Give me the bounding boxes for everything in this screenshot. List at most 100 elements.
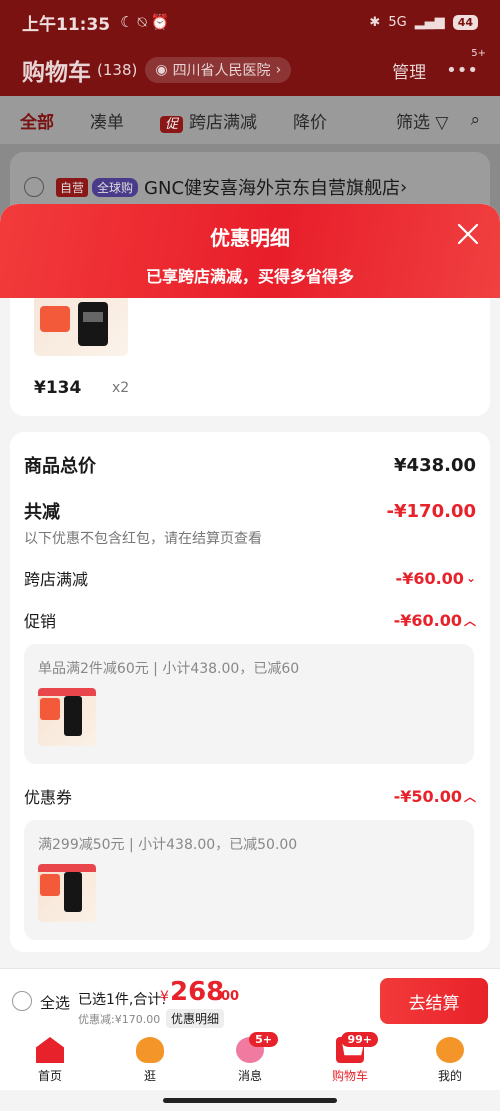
checkout-bar: 全选 已选1件,合计: ¥ 268 .00 优惠减:¥170.00 优惠明细 去… — [0, 968, 500, 1032]
sheet-title: 优惠明细 — [210, 226, 290, 250]
sheet-subtitle: 已享跨店满减，买得多省得多 — [145, 267, 354, 286]
stroll-icon — [136, 1037, 164, 1063]
cross-store-value-wrap: -¥60.00 ⌄ — [396, 569, 476, 588]
bottle-icon — [78, 302, 108, 346]
discount-summary: 优惠减:¥170.00 — [78, 1013, 161, 1026]
promo-sticker-icon — [40, 306, 70, 332]
reduce-row: 共减 -¥170.00 — [24, 498, 476, 524]
tabbar-cart[interactable]: 购物车 99+ — [300, 1032, 400, 1090]
profile-icon — [436, 1037, 464, 1063]
cart-count: (138) — [97, 61, 138, 79]
tabbar-stroll[interactable]: 逛 — [100, 1032, 200, 1090]
global-tag: 全球购 — [92, 177, 139, 197]
store-checkbox[interactable] — [24, 177, 44, 197]
tab-price-drop[interactable]: 降价 — [293, 108, 327, 133]
select-all-checkbox[interactable] — [12, 991, 32, 1011]
total-decimal: .00 — [216, 989, 240, 1004]
promo-value-wrap: -¥60.00 ︿ — [394, 611, 476, 630]
home-indicator[interactable] — [163, 1098, 337, 1103]
tab-cross-store-label: 跨店满减 — [189, 112, 258, 133]
coupon-value-wrap: -¥50.00 ︿ — [394, 787, 476, 806]
self-operated-tag: 自营 — [56, 177, 89, 197]
coupon-detail-box: 满299减50元 | 小计438.00，已减50.00 — [24, 820, 474, 940]
filter-button[interactable]: 筛选 ▽ — [396, 108, 448, 133]
chevron-up-icon: ︿ — [463, 613, 476, 628]
thumb-sticker — [40, 698, 60, 720]
total-label: 商品总价 — [24, 456, 96, 477]
chevron-up-icon: ︿ — [463, 789, 476, 804]
cross-store-value: -¥60.00 — [395, 568, 464, 588]
select-all-label[interactable]: 全选 — [40, 992, 70, 1013]
bottom-tab-bar: 首页 逛 消息 5+ 购物车 99+ 我的 — [0, 1032, 500, 1090]
promo-label: 促销 — [24, 612, 57, 631]
bluetooth-icon: ✱ — [369, 14, 381, 30]
coupon-label: 优惠券 — [24, 788, 73, 807]
tabbar-stroll-label: 逛 — [143, 1069, 156, 1083]
reduce-label: 共减 — [24, 502, 60, 523]
promo-tag: 促 — [160, 115, 184, 133]
eye-icon: ◉ — [155, 62, 168, 78]
signal-icon: ▂▄▆ — [414, 14, 445, 30]
tab-bundle[interactable]: 凑单 — [90, 108, 124, 133]
total-row: 商品总价 ¥438.00 — [24, 452, 476, 478]
promo-value: -¥60.00 — [393, 610, 462, 630]
coupon-product-thumb — [38, 864, 96, 922]
thumb-banner — [38, 688, 96, 696]
filter-label: 筛选 — [395, 112, 430, 133]
promo-description: 单品满2件减60元 | 小计438.00，已减60 — [38, 661, 300, 677]
status-right: ✱ 5G ▂▄▆ 44 — [369, 14, 478, 30]
promo-product-thumb — [38, 688, 96, 746]
item-quantity: x2 — [112, 380, 130, 396]
sheet-header: 优惠明细 已享跨店满减，买得多省得多 — [0, 204, 500, 298]
total-currency: ¥ — [160, 989, 169, 1005]
store-name[interactable]: GNC健安喜海外京东自营旗舰店 — [144, 174, 400, 200]
price-detail-card: 商品总价 ¥438.00 共减 -¥170.00 以下优惠不包含红包，请在结算页… — [10, 432, 490, 952]
manage-button[interactable]: 管理 — [392, 58, 426, 83]
discount-detail-button[interactable]: 优惠明细 — [166, 1009, 225, 1028]
thumb-banner — [38, 864, 96, 872]
coupon-value: -¥50.00 — [393, 786, 462, 806]
coupon-row[interactable]: 优惠券 -¥50.00 ︿ — [24, 784, 476, 808]
filter-icon: ▽ — [435, 112, 449, 133]
cart-badge: 99+ — [341, 1032, 378, 1047]
messages-badge: 5+ — [249, 1032, 278, 1047]
thumb-sticker — [40, 874, 60, 896]
tabbar-home-label: 首页 — [37, 1069, 62, 1083]
status-time: 上午11:35 — [22, 14, 111, 35]
tab-cross-store[interactable]: 促跨店满减 — [160, 108, 257, 133]
tabbar-messages[interactable]: 消息 5+ — [200, 1032, 300, 1090]
cart-header: 购物车 (138) ◉ 四川省人民医院 › 管理 ••• 5+ — [0, 44, 500, 96]
product-image[interactable] — [34, 298, 128, 356]
chevron-down-icon: ⌄ — [465, 571, 476, 585]
thumb-bottle — [64, 696, 82, 736]
reduce-value: -¥170.00 — [386, 500, 476, 522]
search-icon[interactable]: ⌕ — [470, 110, 480, 130]
checkout-button[interactable]: 去结算 — [380, 978, 488, 1024]
tab-all[interactable]: 全部 — [20, 108, 54, 133]
tabbar-me[interactable]: 我的 — [400, 1032, 500, 1090]
item-price: ¥134 — [34, 378, 82, 398]
cross-store-label: 跨店满减 — [24, 570, 89, 589]
promo-detail-box: 单品满2件减60元 | 小计438.00，已减60 — [24, 644, 474, 764]
selected-summary: 已选1件,合计: — [78, 992, 167, 1008]
coupon-description: 满299减50元 | 小计438.00，已减50.00 — [38, 837, 298, 853]
cart-tabs: 全部 凑单 促跨店满减 降价 筛选 ▽ ⌕ — [0, 96, 500, 144]
location-label: 四川省人民医院 — [172, 63, 271, 79]
goods-card: ¥134 x2 — [10, 298, 490, 416]
close-icon[interactable] — [456, 222, 480, 246]
tabbar-home[interactable]: 首页 — [0, 1032, 100, 1090]
tabbar-cart-label: 购物车 — [331, 1069, 368, 1083]
battery-icon: 44 — [452, 14, 478, 30]
promo-row[interactable]: 促销 -¥60.00 ︿ — [24, 608, 476, 632]
network-label: 5G — [388, 14, 407, 30]
status-notification-icons: ☾⍉⏰ — [120, 13, 174, 31]
cross-store-row[interactable]: 跨店满减 -¥60.00 ⌄ — [24, 566, 476, 590]
thumb-bottle — [64, 872, 82, 912]
location-pill[interactable]: ◉ 四川省人民医院 › — [145, 57, 292, 83]
chevron-right-icon: › — [275, 62, 282, 78]
tabbar-messages-label: 消息 — [237, 1069, 262, 1083]
more-button[interactable]: ••• 5+ — [446, 48, 486, 81]
tabbar-me-label: 我的 — [437, 1069, 462, 1083]
page-title: 购物车 — [22, 60, 91, 86]
total-value: ¥438.00 — [394, 454, 476, 476]
